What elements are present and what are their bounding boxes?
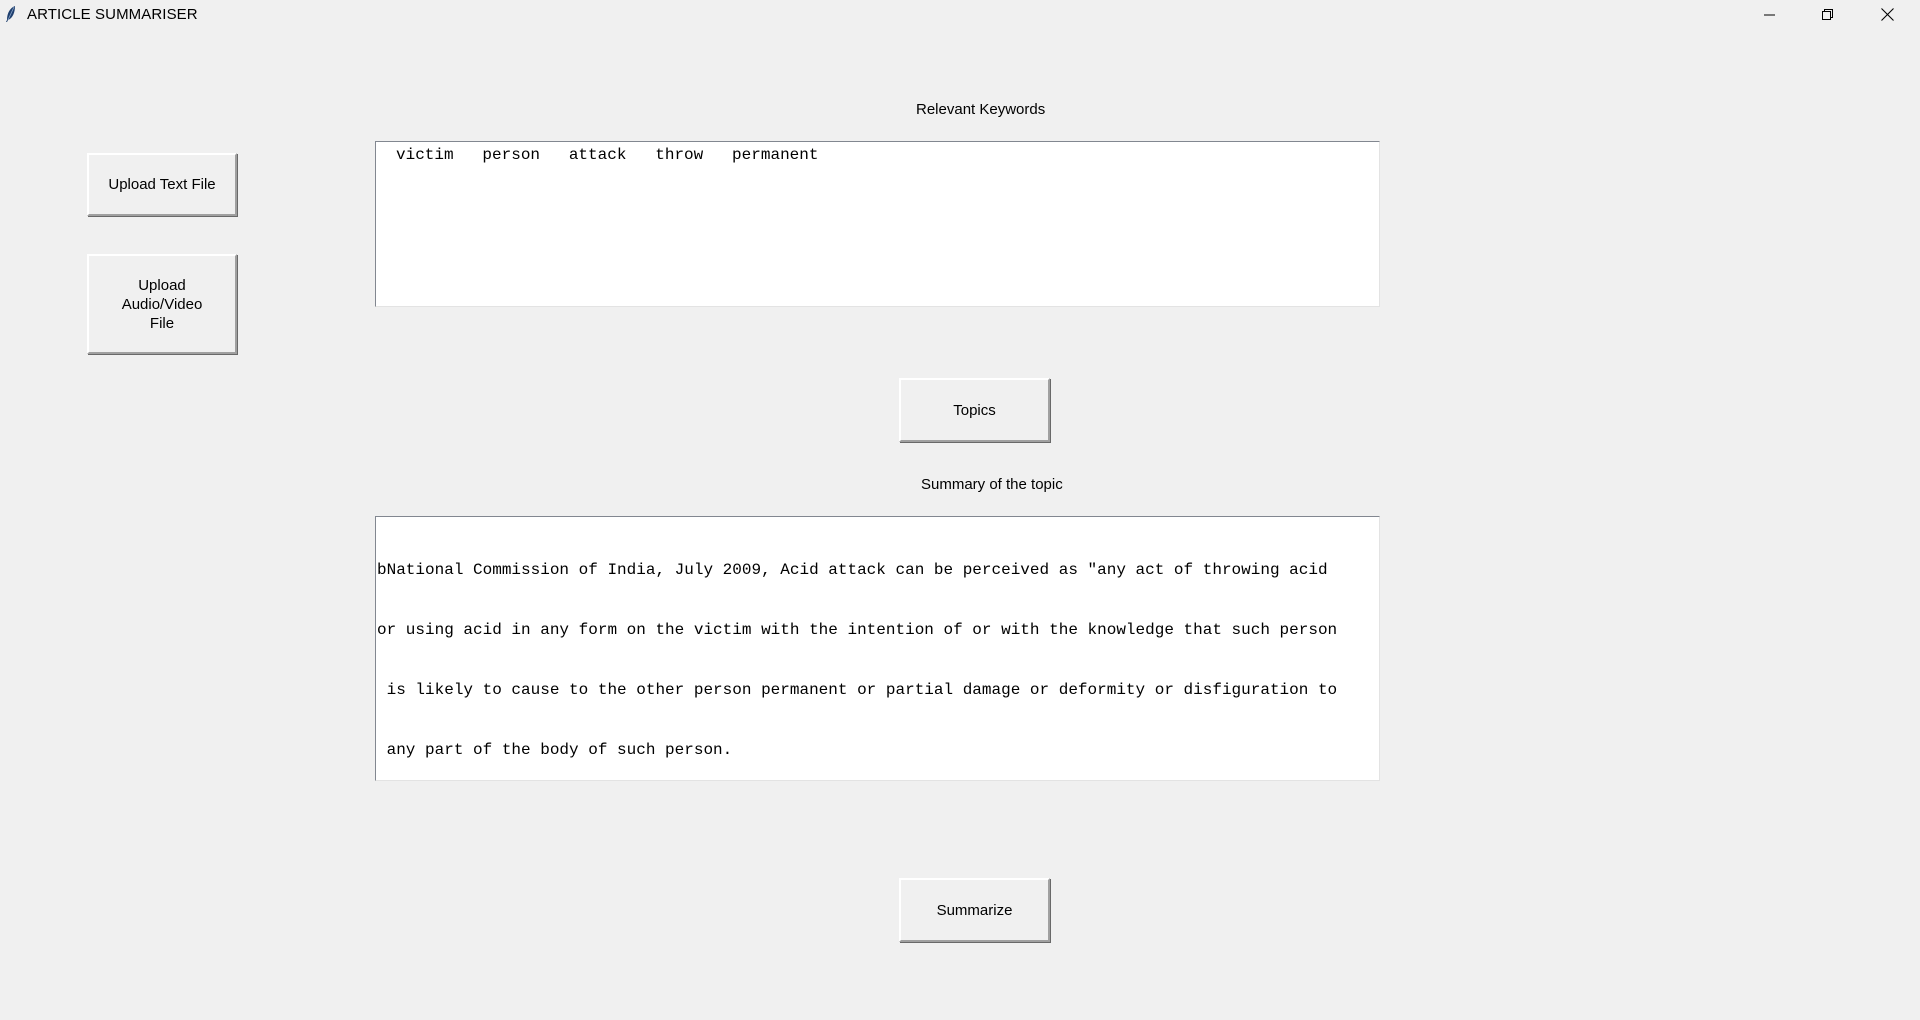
close-button[interactable] [1858,0,1916,29]
topics-label: Topics [953,401,996,419]
summarize-button[interactable]: Summarize [899,878,1050,942]
keywords-heading: Relevant Keywords [916,101,1046,118]
summary-line: is likely to cause to the other person p… [377,681,1338,699]
restore-button[interactable] [1799,0,1857,29]
feather-icon [6,6,15,22]
upload-text-file-label: Upload Text File [108,176,216,193]
upload-av-label-line-2: Audio/Video [121,295,203,313]
summary-line: bNational Commission of India, July 2009… [377,561,1328,579]
summary-line: any part of the body of such person. [377,741,733,759]
close-icon [1880,8,1894,21]
minimize-button[interactable] [1741,0,1799,29]
restore-icon [1822,8,1833,20]
upload-text-file-button[interactable]: Upload Text File [87,153,237,216]
keywords-textbox[interactable]: victim person attack throw permanent [375,141,1380,307]
upload-av-label-line-3: File [149,314,175,332]
app-window: ARTICLE SUMMARISER Upload Text File Uplo… [0,0,1920,1020]
upload-av-label-line-1: Upload [138,276,186,294]
summary-textbox[interactable]: bNational Commission of India, July 2009… [375,516,1380,781]
summary-content: bNational Commission of India, July 2009… [377,520,1379,780]
window-title: ARTICLE SUMMARISER [27,6,198,23]
upload-audio-video-file-button[interactable]: Upload Audio/Video File [87,254,237,354]
summary-line: or using acid in any form on the victim … [377,621,1338,639]
keywords-content: victim person attack throw permanent [396,146,819,164]
minimize-icon [1764,14,1775,15]
summarize-label: Summarize [936,901,1013,919]
summary-heading: Summary of the topic [921,476,1063,493]
topics-button[interactable]: Topics [899,378,1050,442]
title-bar[interactable]: ARTICLE SUMMARISER [0,0,1920,29]
